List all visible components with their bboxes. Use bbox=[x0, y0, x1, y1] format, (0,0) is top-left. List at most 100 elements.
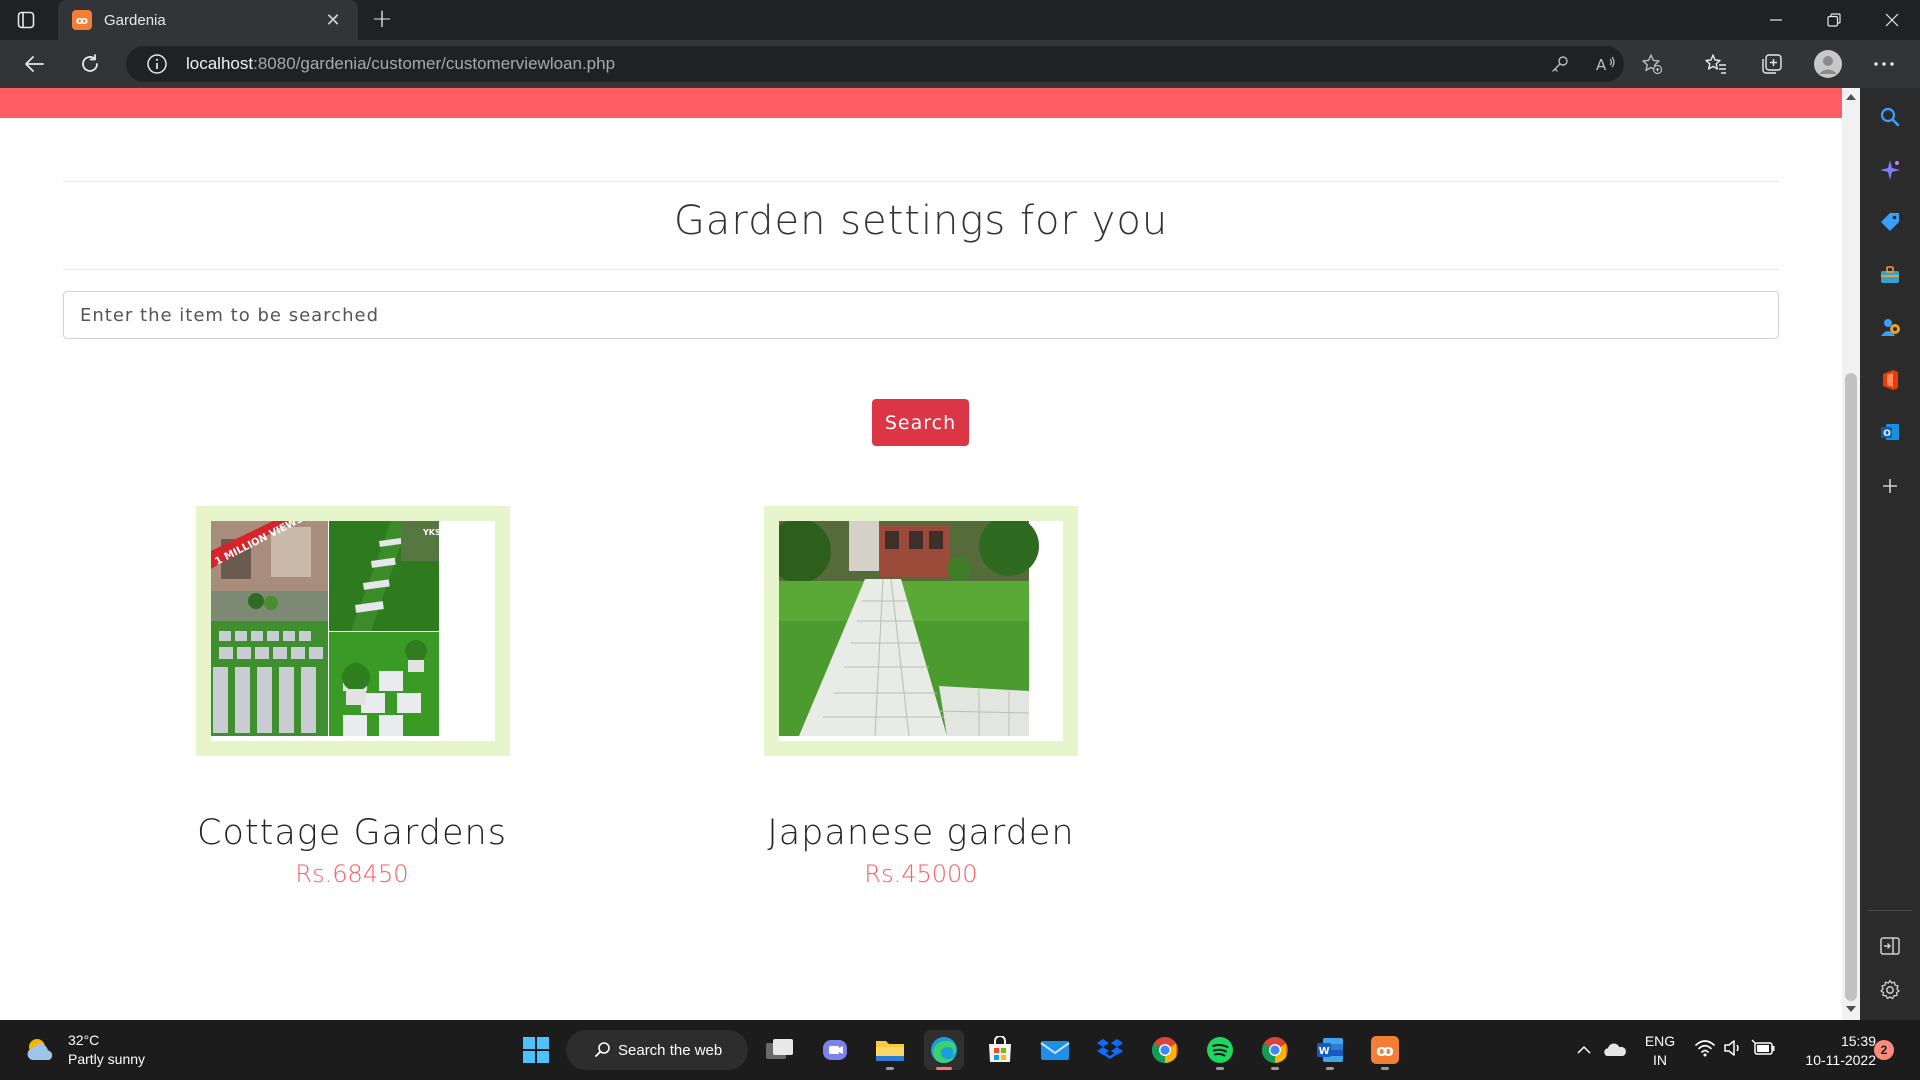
clock-date: 10-11-2022 bbox=[1805, 1052, 1876, 1068]
xampp-icon: ꝏ bbox=[72, 10, 92, 30]
speaker-icon bbox=[1724, 1040, 1739, 1056]
sidebar-divider bbox=[1868, 910, 1912, 911]
product-name[interactable]: Cottage Gardens bbox=[152, 813, 552, 853]
site-info-icon[interactable] bbox=[146, 53, 168, 75]
edge-browser-icon[interactable] bbox=[924, 1030, 964, 1070]
more-options-icon[interactable] bbox=[1868, 48, 1900, 80]
svg-text:A: A bbox=[1596, 56, 1607, 74]
quick-settings[interactable] bbox=[1694, 1038, 1776, 1058]
url-path: :8080/gardenia/customer/customerviewloan… bbox=[253, 54, 616, 73]
read-aloud-icon[interactable]: A bbox=[1594, 52, 1618, 76]
product-image-frame[interactable]: 1 MILLION VIEWS YKS bbox=[196, 506, 510, 756]
browser-title-bar: ꝏ Gardenia ✕ + bbox=[0, 0, 1920, 40]
system-tray bbox=[1574, 1030, 1628, 1070]
input-language-indicator[interactable]: ENG IN bbox=[1640, 1032, 1680, 1070]
chrome-icon[interactable] bbox=[1255, 1030, 1295, 1070]
search-icon[interactable] bbox=[1874, 101, 1906, 133]
running-indicator bbox=[1326, 1067, 1334, 1070]
scroll-down-arrow-icon[interactable] bbox=[1846, 1006, 1856, 1012]
product-price: Rs.45000 bbox=[864, 860, 978, 888]
favorites-icon[interactable] bbox=[1700, 48, 1732, 80]
running-indicator bbox=[1271, 1067, 1279, 1070]
office-icon[interactable] bbox=[1874, 364, 1906, 396]
url-text[interactable]: localhost:8080/gardenia/customer/custome… bbox=[186, 46, 615, 82]
shopping-tag-icon[interactable] bbox=[1874, 206, 1906, 238]
word-icon[interactable]: W bbox=[1310, 1030, 1350, 1070]
onedrive-cloud-icon[interactable] bbox=[1602, 1040, 1628, 1060]
tab-actions-icon[interactable] bbox=[14, 8, 38, 32]
search-icon bbox=[595, 1042, 610, 1057]
settings-gear-icon[interactable] bbox=[1874, 974, 1906, 1006]
running-indicator bbox=[1216, 1067, 1224, 1070]
product-price: Rs.68450 bbox=[295, 860, 409, 888]
microsoft-store-icon[interactable] bbox=[980, 1030, 1020, 1070]
tab-title: Gardenia bbox=[104, 11, 166, 29]
file-explorer-icon[interactable] bbox=[870, 1030, 910, 1070]
product-image[interactable] bbox=[767, 516, 1063, 741]
back-arrow-icon[interactable] bbox=[18, 48, 50, 80]
taskbar-search-box[interactable]: Search the web bbox=[566, 1030, 748, 1070]
weather-desc: Partly sunny bbox=[68, 1051, 146, 1067]
tools-briefcase-icon[interactable] bbox=[1874, 259, 1906, 291]
xampp-icon[interactable]: ꝏ bbox=[1365, 1030, 1405, 1070]
lang-primary: ENG bbox=[1644, 1033, 1676, 1049]
battery-icon bbox=[1751, 1039, 1775, 1055]
image-watermark: YKS bbox=[422, 528, 441, 537]
page-scrollbar[interactable] bbox=[1842, 88, 1860, 1020]
svg-text:W: W bbox=[1319, 1046, 1330, 1057]
restore-icon[interactable] bbox=[1805, 0, 1863, 40]
spotify-icon[interactable] bbox=[1200, 1030, 1240, 1070]
hide-sidebar-icon[interactable] bbox=[1874, 930, 1906, 962]
scroll-thumb[interactable] bbox=[1845, 373, 1857, 1001]
search-button[interactable]: Search bbox=[872, 399, 969, 446]
svg-text:O: O bbox=[1883, 429, 1891, 439]
windows-taskbar: 32°C Partly sunny Search the web W ꝏ ENG… bbox=[0, 1020, 1920, 1080]
running-indicator bbox=[1381, 1067, 1389, 1070]
add-favorite-icon[interactable] bbox=[1640, 52, 1664, 76]
clock-time: 15:39 bbox=[1840, 1033, 1876, 1049]
address-bar[interactable]: localhost:8080/gardenia/customer/custome… bbox=[126, 46, 1663, 82]
scroll-up-arrow-icon[interactable] bbox=[1846, 94, 1856, 100]
add-sidebar-app-icon[interactable] bbox=[1874, 470, 1906, 502]
page-viewport: Garden settings for you Search bbox=[0, 88, 1842, 1020]
outlook-icon[interactable]: O bbox=[1874, 416, 1906, 448]
weather-widget[interactable]: 32°C Partly sunny bbox=[24, 1030, 145, 1070]
notification-count-badge[interactable]: 2 bbox=[1874, 1040, 1894, 1060]
collections-icon[interactable] bbox=[1756, 48, 1788, 80]
taskbar-clock[interactable]: 15:39 10-11-2022 bbox=[1784, 1032, 1876, 1070]
chevron-up-icon[interactable] bbox=[1574, 1040, 1594, 1060]
games-icon[interactable] bbox=[1874, 311, 1906, 343]
weather-temp: 32°C bbox=[68, 1032, 100, 1048]
divider bbox=[63, 181, 1779, 182]
key-icon[interactable] bbox=[1548, 52, 1572, 76]
discover-sparkle-icon[interactable] bbox=[1874, 154, 1906, 186]
product-image[interactable]: 1 MILLION VIEWS YKS bbox=[211, 514, 495, 741]
teams-chat-icon[interactable] bbox=[815, 1030, 855, 1070]
taskbar-search-label: Search the web bbox=[618, 1041, 723, 1059]
task-view-icon[interactable] bbox=[760, 1030, 800, 1070]
dropbox-icon[interactable] bbox=[1090, 1030, 1130, 1070]
wifi-icon bbox=[1695, 1040, 1715, 1057]
running-indicator bbox=[886, 1067, 894, 1070]
divider bbox=[63, 269, 1779, 270]
browser-tab-active[interactable]: ꝏ Gardenia ✕ bbox=[58, 0, 358, 40]
start-windows-icon[interactable] bbox=[516, 1030, 556, 1070]
browser-toolbar: localhost:8080/gardenia/customer/custome… bbox=[0, 40, 1920, 88]
new-tab-icon[interactable]: + bbox=[368, 6, 396, 34]
search-input[interactable] bbox=[63, 291, 1779, 339]
profile-avatar-icon[interactable] bbox=[1812, 48, 1844, 80]
edge-sidebar: O bbox=[1860, 88, 1920, 1020]
close-tab-icon[interactable]: ✕ bbox=[322, 10, 344, 31]
active-indicator bbox=[936, 1067, 952, 1070]
refresh-icon[interactable] bbox=[74, 48, 106, 80]
lang-region: IN bbox=[1653, 1052, 1667, 1068]
partly-sunny-icon bbox=[27, 1039, 53, 1060]
product-image-frame[interactable] bbox=[764, 506, 1078, 756]
chrome-icon[interactable] bbox=[1145, 1030, 1185, 1070]
header-strip bbox=[0, 88, 1842, 118]
close-window-icon[interactable] bbox=[1863, 0, 1920, 40]
mail-icon[interactable] bbox=[1035, 1030, 1075, 1070]
product-name[interactable]: Japanese garden bbox=[721, 813, 1121, 853]
page-title: Garden settings for you bbox=[673, 198, 1169, 244]
minimize-icon[interactable] bbox=[1747, 0, 1805, 40]
